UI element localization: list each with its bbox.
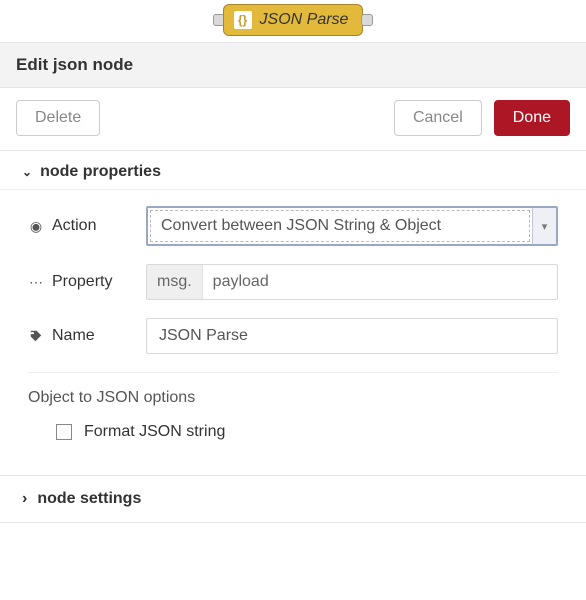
properties-form: ◉ Action Convert between JSON String & O… (0, 190, 586, 475)
json-icon: {} (234, 11, 252, 29)
options-heading: Object to JSON options (28, 389, 558, 407)
divider (28, 372, 558, 373)
property-value: payload (203, 265, 557, 299)
panel-title: Edit json node (0, 43, 586, 88)
delete-button[interactable]: Delete (16, 100, 100, 136)
property-prefix: msg. (147, 265, 203, 299)
format-json-checkbox[interactable] (56, 424, 72, 440)
done-button[interactable]: Done (494, 100, 570, 136)
property-icon: ⋯ (28, 274, 44, 291)
node-settings-label: node settings (37, 490, 141, 508)
action-label: Action (52, 217, 96, 235)
node-settings-toggle[interactable]: › node settings (0, 475, 586, 523)
tag-icon (28, 329, 44, 343)
node-chip-label: JSON Parse (260, 11, 349, 29)
name-label: Name (52, 327, 95, 345)
action-select[interactable]: Convert between JSON String & Object ▾ (146, 206, 558, 246)
chevron-right-icon: › (22, 490, 27, 508)
format-json-label: Format JSON string (84, 423, 225, 441)
property-label: Property (52, 273, 112, 291)
property-input[interactable]: msg. payload (146, 264, 558, 300)
chevron-down-icon: ⌄ (22, 165, 32, 179)
output-port[interactable] (361, 14, 373, 26)
node-properties-toggle[interactable]: ⌄ node properties (0, 151, 586, 190)
name-input[interactable]: JSON Parse (146, 318, 558, 354)
action-select-value: Convert between JSON String & Object (150, 210, 530, 242)
action-icon: ◉ (28, 218, 44, 235)
node-properties-label: node properties (40, 163, 161, 181)
node-chip[interactable]: {} JSON Parse (213, 4, 374, 36)
cancel-button[interactable]: Cancel (394, 100, 482, 136)
chevron-down-icon: ▾ (532, 208, 556, 244)
node-chip-area: {} JSON Parse (0, 0, 586, 42)
